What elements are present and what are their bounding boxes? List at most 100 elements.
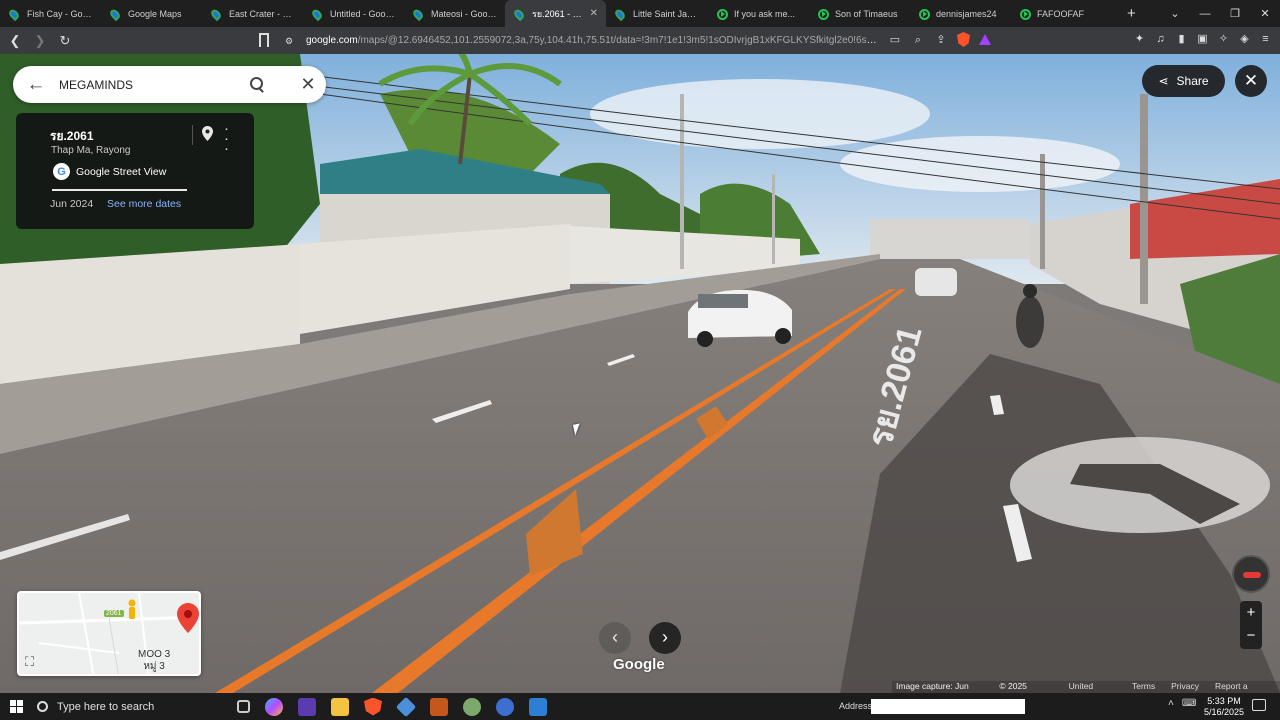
browser-tab[interactable]: รย.2061 - Goo ✕ <box>505 0 606 27</box>
terms-link[interactable]: Terms <box>1132 681 1155 693</box>
browser-tab[interactable]: FAFOOFAF <box>1010 0 1111 27</box>
see-more-dates-link[interactable]: See more dates <box>107 198 181 210</box>
rumble-icon <box>717 8 728 20</box>
browser-tab[interactable]: Little Saint James <box>606 0 707 27</box>
address-toolbar-input[interactable] <box>871 699 1025 714</box>
share-label: Share <box>1176 74 1209 88</box>
clear-search-icon[interactable]: ✕ <box>290 74 326 95</box>
card-divider <box>192 125 193 145</box>
minimap[interactable]: 2061 MOO 3 หมู่ 3 ⛶ <box>17 591 201 676</box>
copilot-icon[interactable] <box>265 697 283 716</box>
vpn-icon[interactable]: ◈ <box>1238 32 1251 46</box>
app-purple-icon[interactable] <box>298 697 316 716</box>
pegman-icon <box>128 599 136 619</box>
file-explorer-icon[interactable] <box>331 697 349 716</box>
app-globe-icon[interactable] <box>496 697 514 716</box>
taskbar-apps <box>237 696 547 717</box>
wallet-icon[interactable]: ▣ <box>1196 32 1209 46</box>
app-orange-icon[interactable] <box>430 697 448 716</box>
windows-taskbar: Type here to search Address ˄ ⌨ 5:33 PM … <box>0 693 1280 720</box>
back-icon[interactable]: ❮ <box>5 33 25 49</box>
app-green-icon[interactable] <box>463 697 481 716</box>
zoom-out-button[interactable]: − <box>1240 624 1262 647</box>
keyboard-icon[interactable]: ⌨ <box>1182 698 1196 709</box>
browser-tab[interactable]: If you ask me... <box>707 0 808 27</box>
street-view-panorama[interactable]: รย.2061 ← MEGAMINDS ✕ รย.2061 Thap Ma, R… <box>0 54 1280 693</box>
maps-pin-icon <box>411 7 425 21</box>
bookmark-icon[interactable] <box>259 33 269 47</box>
tab-title: If you ask me... <box>734 8 796 19</box>
tray-chevron-icon[interactable]: ˄ <box>1168 698 1174 709</box>
window-controls: ⌄ — ❐ ✕ <box>1160 0 1280 27</box>
extensions-icon[interactable]: ✦ <box>1133 32 1146 46</box>
search-box[interactable]: ← MEGAMINDS ✕ <box>13 66 326 103</box>
share-page-icon[interactable]: ⇪ <box>934 33 948 47</box>
notifications-icon[interactable] <box>1252 699 1266 711</box>
app-blue-diamond-icon[interactable] <box>395 696 417 717</box>
browser-tab[interactable]: dennisjames24 <box>909 0 1010 27</box>
more-options-icon[interactable]: · · · <box>224 121 229 156</box>
menu-icon[interactable]: ≡ <box>1259 32 1272 46</box>
app-window-icon[interactable] <box>529 697 547 716</box>
sidebar-icon[interactable]: ▮ <box>1175 32 1188 46</box>
browser-tab[interactable]: Mateosi - Google M <box>404 0 505 27</box>
tab-title: FAFOOFAF <box>1037 8 1085 19</box>
minimize-button[interactable]: — <box>1190 8 1220 20</box>
street-view-provider: G Google Street View <box>53 163 166 180</box>
back-arrow-icon[interactable]: ← <box>13 74 59 96</box>
extensions-bar: ✦ ♫ ▮ ▣ ✧ ◈ ≡ <box>1133 32 1272 46</box>
site-info-icon[interactable]: ⚙ <box>282 34 296 48</box>
cast-icon[interactable]: ▭ <box>888 33 902 47</box>
minimap-label-th: หมู่ 3 <box>143 661 165 672</box>
url-host: google.com <box>306 35 358 46</box>
share-button[interactable]: ⋖ Share <box>1142 65 1225 97</box>
attribution-bar: Image capture: Jun 2024 © 2025 Google Un… <box>892 681 1280 693</box>
close-street-view-button[interactable]: ✕ <box>1235 65 1267 97</box>
browser-tab-strip: Fish Cay - Google M Google Maps East Crate… <box>0 0 1280 27</box>
report-problem-link[interactable]: Report a problem <box>1215 681 1276 693</box>
browser-tab[interactable]: East Crater - Googl <box>202 0 303 27</box>
search-input[interactable]: MEGAMINDS <box>59 78 248 92</box>
brave-browser-icon[interactable] <box>364 697 382 716</box>
tab-title: Little Saint James <box>633 8 699 19</box>
red-location-pin-icon <box>177 603 199 633</box>
url-path: /maps/@12.6946452,101.2559072,3a,75y,104… <box>357 35 881 46</box>
reload-icon[interactable]: ↻ <box>55 33 75 49</box>
previous-arrow-button[interactable]: ‹ <box>599 622 631 654</box>
new-tab-button[interactable]: + <box>1127 5 1136 22</box>
tab-title: Fish Cay - Google M <box>27 8 93 19</box>
browser-tab[interactable]: Untitled - Google M <box>303 0 404 27</box>
browser-tab[interactable]: Fish Cay - Google M <box>0 0 101 27</box>
windows-start-icon[interactable] <box>10 700 23 713</box>
brave-shields-icon[interactable] <box>957 32 970 47</box>
next-arrow-button[interactable]: › <box>649 622 681 654</box>
taskbar-clock[interactable]: 5:33 PM 5/16/2025 <box>1202 696 1246 718</box>
forward-icon[interactable]: ❯ <box>30 33 50 49</box>
tab-search-icon[interactable]: ⌄ <box>1160 7 1190 20</box>
close-window-button[interactable]: ✕ <box>1250 7 1280 20</box>
browser-tab[interactable]: Google Maps <box>101 0 202 27</box>
browser-tab[interactable]: Son of Timaeus <box>808 0 909 27</box>
zoom-in-button[interactable]: + <box>1240 601 1262 624</box>
address-bar-actions: ▭ ⌕ ⇪ <box>888 32 991 47</box>
region-link[interactable]: United States <box>1069 681 1116 693</box>
brave-rewards-icon[interactable] <box>979 34 991 45</box>
google-logo-icon: G <box>53 163 70 180</box>
maximize-button[interactable]: ❐ <box>1220 7 1250 20</box>
taskbar-search[interactable]: Type here to search <box>37 693 227 720</box>
location-pin-icon[interactable] <box>202 126 213 141</box>
taskbar-search-placeholder: Type here to search <box>57 700 155 713</box>
media-icon[interactable]: ♫ <box>1154 32 1167 46</box>
minimap-area-label: MOO 3 หมู่ 3 <box>138 649 170 673</box>
privacy-link[interactable]: Privacy <box>1171 681 1199 693</box>
expand-map-icon[interactable]: ⛶ <box>25 654 41 670</box>
leo-icon[interactable]: ✧ <box>1217 32 1230 46</box>
address-toolbar-label: Address <box>839 701 873 711</box>
compass-icon[interactable] <box>1232 555 1270 593</box>
task-view-icon[interactable] <box>237 700 250 713</box>
search-icon[interactable] <box>248 75 268 95</box>
url-text[interactable]: google.com/maps/@12.6946452,101.2559072,… <box>306 35 881 46</box>
zoom-icon[interactable]: ⌕ <box>911 33 925 47</box>
close-tab-icon[interactable]: ✕ <box>590 8 598 19</box>
road-name: รย.2061 <box>50 129 94 143</box>
